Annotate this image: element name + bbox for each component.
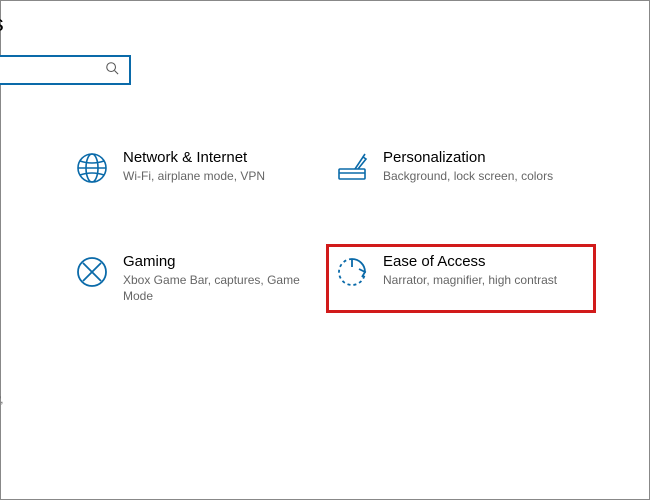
globe-icon [75, 151, 109, 185]
settings-tile-personalization[interactable]: Personalization Background, lock screen,… [331, 145, 591, 189]
tile-label: Ease of Access [383, 253, 557, 270]
tile-desc: Wi-Fi, airplane mode, VPN [123, 168, 265, 184]
search-icon [105, 61, 119, 80]
tile-desc: Narrator, magnifier, high contrast [383, 272, 557, 288]
tile-label: rity [0, 372, 3, 389]
xbox-icon [75, 255, 109, 289]
search-input[interactable] [0, 55, 131, 85]
settings-tile-partial-language[interactable]: age ate [0, 249, 71, 308]
paintbrush-icon [335, 151, 369, 185]
settings-tile-partial-security[interactable]: rity recovery, [0, 368, 71, 411]
settings-tile-partial-phone[interactable]: , iPhone [0, 145, 71, 189]
tile-label: Gaming [123, 253, 313, 270]
page-title: ttings [0, 11, 649, 37]
tile-label: Personalization [383, 149, 553, 166]
tile-desc: Background, lock screen, colors [383, 168, 553, 184]
tile-desc: Xbox Game Bar, captures, Game Mode [123, 272, 313, 304]
settings-tile-network[interactable]: Network & Internet Wi-Fi, airplane mode,… [71, 145, 331, 189]
ease-of-access-icon [335, 255, 369, 289]
header: ttings [1, 1, 649, 85]
settings-tile-ease-of-access[interactable]: Ease of Access Narrator, magnifier, high… [331, 249, 591, 308]
settings-tile-gaming[interactable]: Gaming Xbox Game Bar, captures, Game Mod… [71, 249, 331, 308]
tile-label: Network & Internet [123, 149, 265, 166]
settings-grid: , iPhone Network & Internet Wi-Fi, airpl… [0, 85, 649, 412]
tile-desc: recovery, [0, 391, 3, 407]
